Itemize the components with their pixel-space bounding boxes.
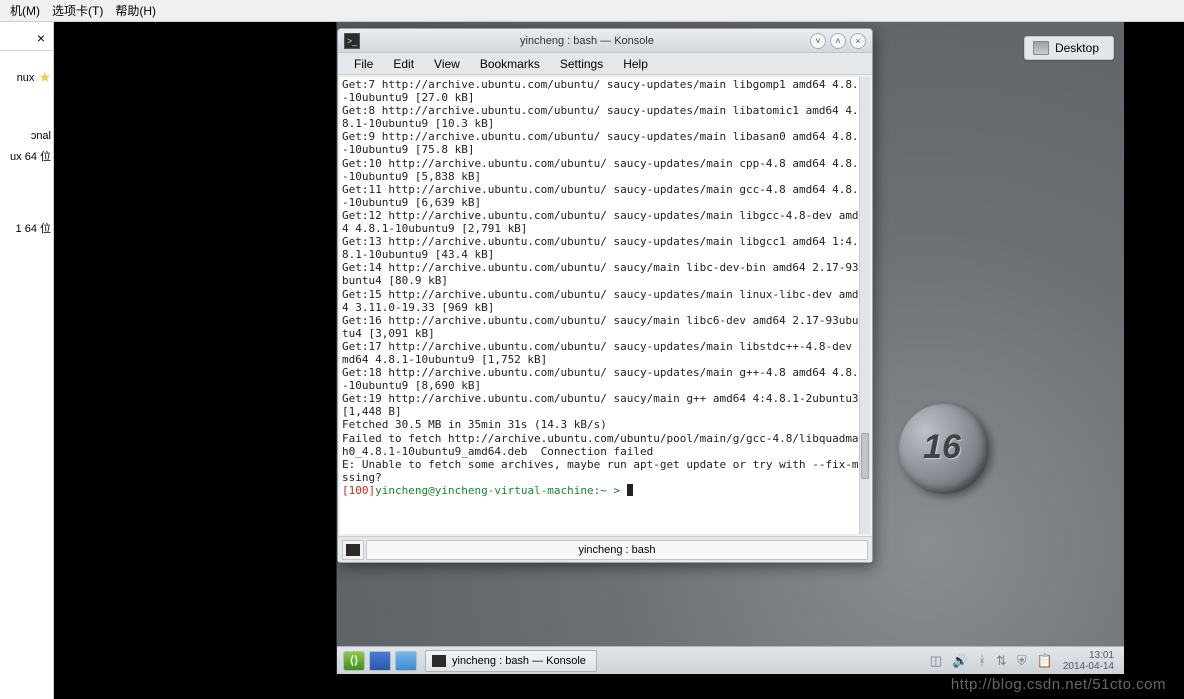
konsole-titlebar[interactable]: >_ yincheng : bash — Konsole ˅ ˄ × bbox=[338, 29, 872, 53]
bluetooth-icon[interactable]: ᚼ bbox=[978, 653, 986, 668]
vm-viewport: 16 Desktop >_ yincheng : bash — Konsole … bbox=[54, 22, 1184, 699]
menu-file[interactable]: File bbox=[344, 55, 383, 73]
show-desktop-icon[interactable] bbox=[369, 651, 391, 671]
terminal-area[interactable]: Get:7 http://archive.ubuntu.com/ubuntu/ … bbox=[340, 77, 870, 534]
new-tab-button[interactable] bbox=[342, 540, 364, 560]
menu-settings[interactable]: Settings bbox=[550, 55, 613, 73]
menu-help[interactable]: Help bbox=[613, 55, 658, 73]
clipboard-icon[interactable]: 📋 bbox=[1037, 653, 1053, 669]
konsole-tabstrip: yincheng : bash bbox=[338, 536, 872, 562]
guest-desktop[interactable]: 16 Desktop >_ yincheng : bash — Konsole … bbox=[336, 22, 1124, 674]
sidebar-item-label: ux 64 位 bbox=[10, 148, 51, 164]
mint-badge-icon: 16 bbox=[899, 404, 989, 494]
updates-icon[interactable]: ⛨ bbox=[1017, 653, 1027, 669]
close-icon[interactable]: × bbox=[37, 30, 45, 46]
minimize-button[interactable]: ˅ bbox=[810, 33, 826, 49]
guest-taskbar: ⟨⟩ yincheng : bash — Konsole ◫ 🔊 ᚼ ⇅ ⛨ 📋… bbox=[337, 646, 1124, 674]
system-tray: ◫ 🔊 ᚼ ⇅ ⛨ 📋 13:01 2014-04-14 bbox=[930, 650, 1118, 672]
terminal-icon: >_ bbox=[344, 33, 360, 49]
scrollbar-thumb[interactable] bbox=[861, 433, 869, 479]
sidebar-item-label: ɔnal bbox=[31, 130, 51, 142]
menu-edit[interactable]: Edit bbox=[383, 55, 424, 73]
volume-icon[interactable]: 🔊 bbox=[952, 653, 968, 669]
terminal-output: Get:7 http://archive.ubuntu.com/ubuntu/ … bbox=[340, 77, 870, 498]
show-desktop-button[interactable]: Desktop bbox=[1024, 36, 1114, 60]
mint-menu-button[interactable]: ⟨⟩ bbox=[343, 651, 365, 671]
firewall-icon[interactable]: ◫ bbox=[930, 653, 942, 669]
sidebar-item-1[interactable]: ɔnal bbox=[0, 112, 53, 146]
menu-bookmarks[interactable]: Bookmarks bbox=[470, 55, 550, 73]
taskbar-entry-konsole[interactable]: yincheng : bash — Konsole bbox=[425, 650, 597, 672]
sidebar-item-2[interactable]: ux 64 位 bbox=[0, 146, 53, 168]
host-menu-vm[interactable]: 机(M) bbox=[4, 0, 46, 21]
terminal-icon bbox=[346, 544, 360, 556]
konsole-tab[interactable]: yincheng : bash bbox=[366, 540, 868, 560]
star-icon: ★ bbox=[38, 69, 51, 86]
window-title: yincheng : bash — Konsole bbox=[368, 35, 806, 47]
menu-view[interactable]: View bbox=[424, 55, 470, 73]
host-menu-tabs[interactable]: 选项卡(T) bbox=[46, 0, 109, 21]
clock-time: 13:01 bbox=[1063, 650, 1114, 661]
sidebar-item-label: nux bbox=[17, 72, 35, 84]
desktop-button-label: Desktop bbox=[1055, 41, 1099, 55]
watermark-text: http://blog.csdn.net/51cto.com bbox=[951, 676, 1166, 693]
network-icon[interactable]: ⇅ bbox=[996, 653, 1007, 669]
file-manager-icon[interactable] bbox=[395, 651, 417, 671]
terminal-icon bbox=[432, 655, 446, 667]
host-sidebar: × nux ★ ɔnal ux 64 位 1 64 位 bbox=[0, 22, 54, 699]
host-menu-help[interactable]: 帮助(H) bbox=[109, 0, 162, 21]
sidebar-item-3[interactable]: 1 64 位 bbox=[0, 202, 53, 240]
close-button[interactable]: × bbox=[850, 33, 866, 49]
taskbar-entry-label: yincheng : bash — Konsole bbox=[452, 655, 586, 667]
sidebar-item-label: 1 64 位 bbox=[16, 220, 51, 236]
taskbar-clock[interactable]: 13:01 2014-04-14 bbox=[1063, 650, 1118, 672]
sidebar-item-0[interactable]: nux ★ bbox=[0, 51, 53, 90]
host-menu-bar: 机(M) 选项卡(T) 帮助(H) bbox=[0, 0, 1184, 22]
konsole-menubar: File Edit View Bookmarks Settings Help bbox=[338, 53, 872, 75]
clock-date: 2014-04-14 bbox=[1063, 661, 1114, 672]
maximize-button[interactable]: ˄ bbox=[830, 33, 846, 49]
konsole-window[interactable]: >_ yincheng : bash — Konsole ˅ ˄ × File … bbox=[337, 28, 873, 563]
terminal-scrollbar[interactable] bbox=[859, 77, 870, 534]
